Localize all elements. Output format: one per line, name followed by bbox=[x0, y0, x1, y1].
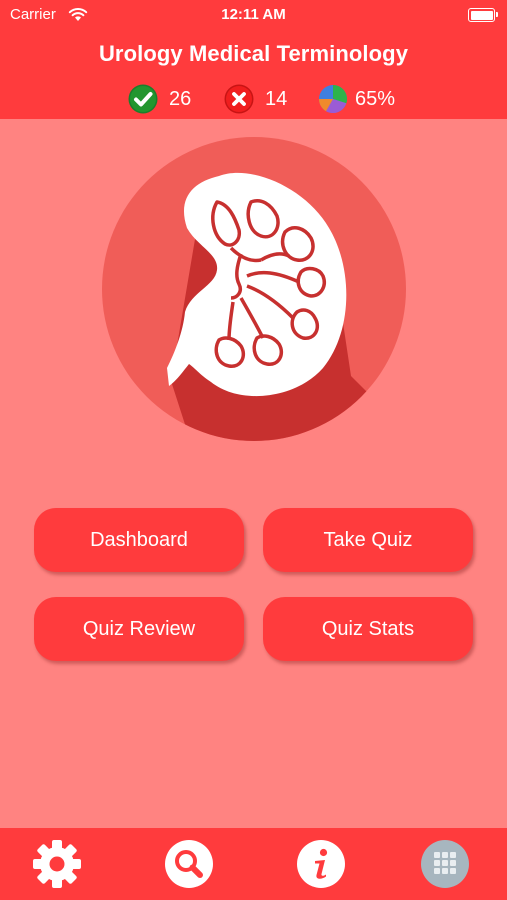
kidney-icon bbox=[102, 137, 406, 441]
cross-icon bbox=[224, 84, 254, 114]
dashboard-button[interactable]: Dashboard bbox=[34, 508, 244, 572]
search-icon[interactable] bbox=[164, 839, 214, 889]
header: Carrier 12:11 AM Urology Medical Termino… bbox=[0, 0, 507, 119]
correct-count: 26 bbox=[169, 88, 192, 110]
incorrect-count: 14 bbox=[265, 88, 288, 110]
page-title: Urology Medical Terminology bbox=[98, 41, 409, 66]
gear-icon[interactable] bbox=[32, 839, 82, 889]
info-icon[interactable] bbox=[296, 839, 346, 889]
take-quiz-button[interactable]: Take Quiz bbox=[263, 508, 473, 572]
quiz-stats-button[interactable]: Quiz Stats bbox=[263, 597, 473, 661]
score-percent: 65% bbox=[355, 88, 396, 110]
tab-bar bbox=[0, 828, 507, 900]
apps-grid-icon[interactable] bbox=[420, 839, 470, 889]
status-time: 12:11 AM bbox=[221, 6, 286, 23]
score-stats: 26 14 65% bbox=[0, 84, 507, 114]
quiz-review-button[interactable]: Quiz Review bbox=[34, 597, 244, 661]
status-bar: Carrier 12:11 AM bbox=[0, 0, 507, 30]
pie-chart-icon bbox=[318, 85, 347, 114]
checkmark-icon bbox=[128, 84, 158, 114]
battery-icon bbox=[468, 8, 498, 22]
